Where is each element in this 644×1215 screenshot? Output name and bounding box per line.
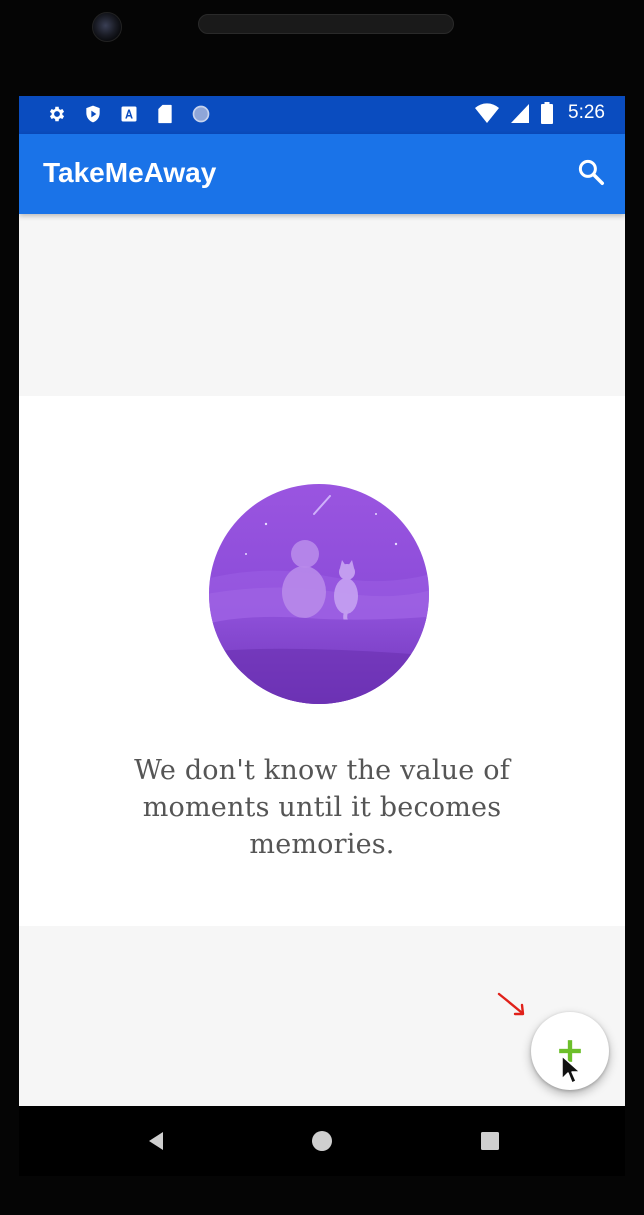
person-and-cat-night-sky-illustration bbox=[209, 484, 429, 704]
home-button[interactable] bbox=[309, 1128, 335, 1154]
status-bar-notification-icons bbox=[47, 104, 211, 124]
search-button[interactable] bbox=[575, 156, 607, 188]
app-screen: 5:26 TakeMeAway We don't know the value … bbox=[19, 96, 625, 1106]
app-title: TakeMeAway bbox=[43, 157, 217, 188]
signal-icon bbox=[510, 103, 530, 123]
keyboard-a-icon bbox=[119, 104, 139, 124]
red-annotation-arrow bbox=[497, 992, 525, 1016]
settings-icon bbox=[47, 104, 67, 124]
phone-frame: 5:26 TakeMeAway We don't know the value … bbox=[0, 0, 644, 1215]
status-bar: 5:26 bbox=[19, 96, 625, 134]
back-button[interactable] bbox=[143, 1128, 169, 1154]
home-icon bbox=[312, 1131, 332, 1151]
navigation-bar bbox=[19, 1106, 625, 1176]
sd-card-icon bbox=[155, 104, 175, 124]
earpiece-speaker bbox=[198, 14, 454, 34]
empty-state-card: We don't know the value of moments until… bbox=[19, 396, 625, 926]
status-bar-system-icons: 5:26 bbox=[474, 102, 605, 124]
circle-notification-icon bbox=[191, 104, 211, 124]
shield-play-icon bbox=[83, 104, 103, 124]
recents-button[interactable] bbox=[477, 1128, 503, 1154]
empty-state-quote: We don't know the value of moments until… bbox=[134, 755, 510, 860]
back-icon bbox=[149, 1132, 163, 1150]
mouse-cursor-icon bbox=[561, 1055, 581, 1084]
front-camera bbox=[92, 12, 122, 42]
status-bar-time: 5:26 bbox=[568, 102, 605, 123]
wifi-icon bbox=[474, 103, 500, 123]
battery-icon bbox=[540, 102, 554, 124]
recents-icon bbox=[481, 1132, 499, 1150]
search-icon bbox=[578, 159, 604, 185]
app-bar: TakeMeAway bbox=[19, 134, 625, 214]
